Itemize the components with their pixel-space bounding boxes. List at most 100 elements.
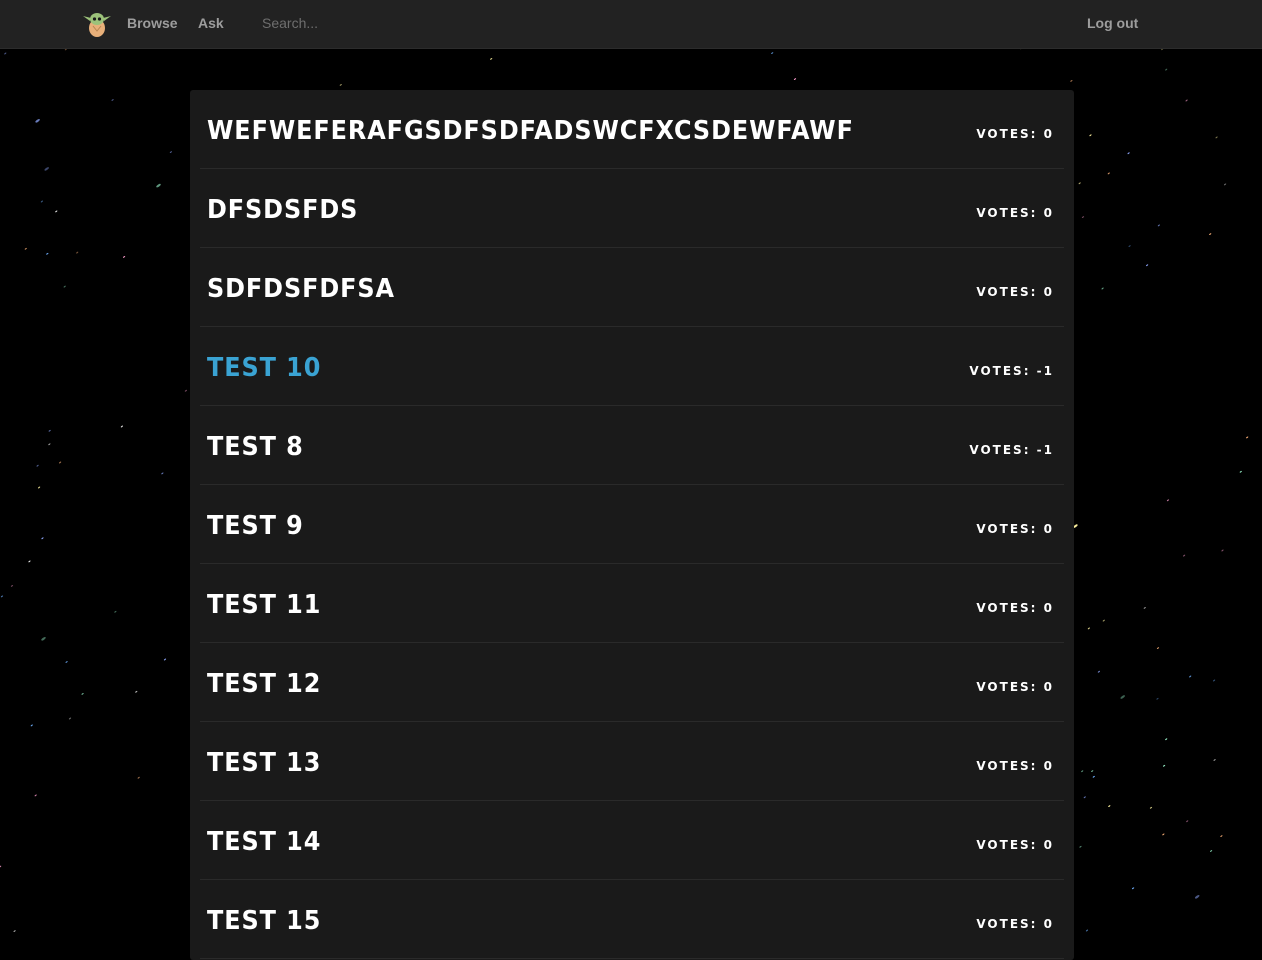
- star-dot: [65, 661, 68, 663]
- star-dot: [24, 247, 27, 250]
- question-title-link[interactable]: dfsdsfds: [207, 197, 358, 223]
- question-title-link[interactable]: test 9: [207, 513, 304, 539]
- star-dot: [1070, 80, 1073, 82]
- star-dot: [1165, 738, 1168, 741]
- votes-count: Votes: 0: [976, 680, 1054, 694]
- star-dot: [13, 930, 16, 932]
- star-dot: [1089, 134, 1092, 137]
- star-dot: [41, 637, 46, 641]
- question-title-link[interactable]: test 13: [207, 750, 321, 776]
- star-dot: [114, 610, 117, 613]
- star-dot: [339, 84, 342, 86]
- star-dot: [0, 595, 4, 598]
- question-title-link[interactable]: test 10: [207, 355, 321, 381]
- question-title-link[interactable]: test 11: [207, 592, 321, 618]
- star-dot: [1085, 929, 1089, 932]
- star-dot: [1145, 264, 1149, 267]
- star-dot: [1092, 775, 1095, 778]
- votes-count: Votes: 0: [976, 206, 1054, 220]
- star-dot: [40, 200, 44, 203]
- star-dot: [111, 99, 114, 101]
- question-row: test 14 Votes: 0: [200, 801, 1064, 880]
- star-dot: [36, 464, 39, 467]
- question-row: test 13 Votes: 0: [200, 722, 1064, 801]
- star-dot: [1221, 549, 1224, 552]
- star-dot: [1213, 759, 1216, 761]
- star-dot: [28, 560, 31, 563]
- star-dot: [120, 425, 124, 428]
- star-dot: [1127, 152, 1130, 155]
- star-dot: [1189, 675, 1192, 678]
- star-dot: [1149, 806, 1153, 809]
- star-dot: [48, 443, 51, 446]
- top-navbar: Browse Ask Log out: [0, 0, 1262, 49]
- question-list: wefweferafgsdfsdfadswcfxcsdewfawf Votes: …: [190, 90, 1074, 959]
- star-dot: [1220, 835, 1223, 837]
- star-dot: [490, 58, 493, 60]
- star-dot: [63, 285, 66, 288]
- star-dot: [1185, 99, 1188, 102]
- star-dot: [76, 251, 79, 254]
- star-dot: [1162, 833, 1165, 836]
- star-dot: [184, 389, 188, 392]
- question-row: test 12 Votes: 0: [200, 643, 1064, 722]
- votes-count: Votes: -1: [969, 443, 1054, 457]
- search-input[interactable]: [252, 8, 492, 38]
- question-row: test 9 Votes: 0: [200, 485, 1064, 564]
- star-dot: [1166, 499, 1170, 502]
- star-dot: [1108, 805, 1111, 807]
- question-row: test 15 Votes: 0: [200, 880, 1064, 959]
- star-dot: [1102, 619, 1105, 622]
- votes-count: Votes: -1: [969, 364, 1054, 378]
- star-dot: [1182, 554, 1186, 557]
- nav-ask-link[interactable]: Ask: [198, 15, 224, 31]
- question-title-link[interactable]: wefweferafgsdfsdfadswcfxcsdewfawf: [207, 118, 854, 144]
- question-row: test 11 Votes: 0: [200, 564, 1064, 643]
- question-title-link[interactable]: test 12: [207, 671, 321, 697]
- star-dot: [68, 717, 72, 720]
- baby-yoda-logo-icon[interactable]: [81, 6, 113, 38]
- star-dot: [37, 486, 41, 489]
- star-dot: [1131, 887, 1135, 890]
- star-dot: [1223, 183, 1227, 186]
- star-dot: [169, 151, 173, 153]
- votes-count: Votes: 0: [976, 522, 1054, 536]
- star-dot: [1091, 770, 1094, 772]
- votes-count: Votes: 0: [976, 127, 1054, 141]
- star-dot: [41, 537, 44, 540]
- votes-count: Votes: 0: [976, 601, 1054, 615]
- votes-count: Votes: 0: [976, 759, 1054, 773]
- star-dot: [55, 210, 58, 213]
- nav-browse-link[interactable]: Browse: [127, 15, 178, 31]
- star-dot: [30, 724, 33, 727]
- star-dot: [0, 865, 2, 868]
- question-title-link[interactable]: sdfdsfdfsa: [207, 276, 395, 302]
- question-title-link[interactable]: test 8: [207, 434, 304, 460]
- question-row: test 10 Votes: -1: [200, 327, 1064, 406]
- star-dot: [1209, 233, 1212, 235]
- star-dot: [1143, 607, 1146, 609]
- star-dot: [46, 252, 49, 255]
- question-row: wefweferafgsdfsdfadswcfxcsdewfawf Votes: …: [200, 90, 1064, 169]
- star-dot: [161, 472, 164, 475]
- question-title-link[interactable]: test 15: [207, 908, 321, 934]
- star-dot: [1120, 695, 1125, 699]
- star-dot: [1107, 172, 1110, 175]
- question-row: sdfdsfdfsa Votes: 0: [200, 248, 1064, 327]
- star-dot: [48, 429, 51, 432]
- star-dot: [1246, 436, 1249, 439]
- star-dot: [58, 461, 62, 464]
- star-dot: [1209, 850, 1213, 852]
- question-row: dfsdsfds Votes: 0: [200, 169, 1064, 248]
- votes-count: Votes: 0: [976, 285, 1054, 299]
- star-dot: [1194, 895, 1200, 899]
- star-dot: [1081, 770, 1084, 773]
- star-dot: [156, 183, 161, 188]
- star-dot: [1215, 136, 1218, 139]
- question-list-panel: wefweferafgsdfsdfadswcfxcsdewfawf Votes: …: [190, 90, 1074, 960]
- star-dot: [135, 690, 138, 693]
- logout-link[interactable]: Log out: [1087, 15, 1138, 31]
- votes-count: Votes: 0: [976, 838, 1054, 852]
- question-title-link[interactable]: test 14: [207, 829, 321, 855]
- star-dot: [1081, 216, 1085, 218]
